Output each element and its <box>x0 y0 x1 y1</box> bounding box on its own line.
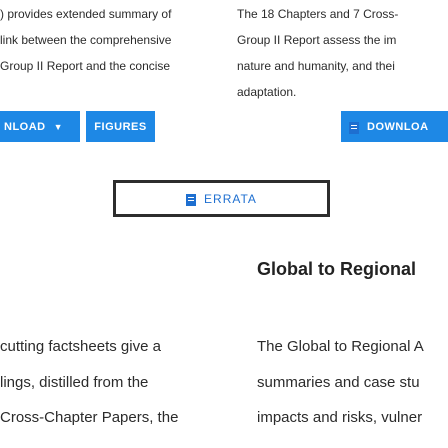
left-text-line-2: link between the comprehensive <box>0 33 172 47</box>
right-text-line-3: nature and humanity, and thei <box>237 59 395 73</box>
right-text-line-1: The 18 Chapters and 7 Cross- <box>237 7 399 21</box>
left-bottom-line-2: lings, distilled from the <box>0 374 149 391</box>
right-bottom-line-3: impacts and risks, vulner <box>257 409 423 426</box>
right-text-line-4: adaptation. <box>237 85 297 99</box>
left-text-line-3: Group II Report and the concise <box>0 59 171 73</box>
section-heading: Global to Regional <box>257 259 417 279</box>
chevron-down-icon: ▼ <box>53 121 64 132</box>
download-report-label: DOWNLOA <box>367 120 429 133</box>
download-button-label: NLOAD <box>4 120 46 133</box>
document-icon <box>186 193 197 206</box>
download-report-button[interactable]: DOWNLOA <box>341 111 448 142</box>
errata-button[interactable]: ERRATA <box>113 180 330 217</box>
download-dropdown-button[interactable]: NLOAD ▼ <box>0 111 80 142</box>
errata-label: ERRATA <box>204 191 257 206</box>
left-text-line-1: ) provides extended summary of <box>0 7 172 21</box>
document-icon <box>349 121 359 134</box>
right-text-line-2: Group II Report assess the im <box>237 33 397 47</box>
left-bottom-line-1: cutting factsheets give a <box>0 338 161 355</box>
right-bottom-line-1: The Global to Regional A <box>257 338 424 355</box>
figures-button-label: FIGURES <box>94 120 147 133</box>
figures-button[interactable]: FIGURES <box>86 111 155 142</box>
left-bottom-line-3: Cross-Chapter Papers, the <box>0 409 179 426</box>
right-bottom-line-2: summaries and case stu <box>257 374 420 391</box>
